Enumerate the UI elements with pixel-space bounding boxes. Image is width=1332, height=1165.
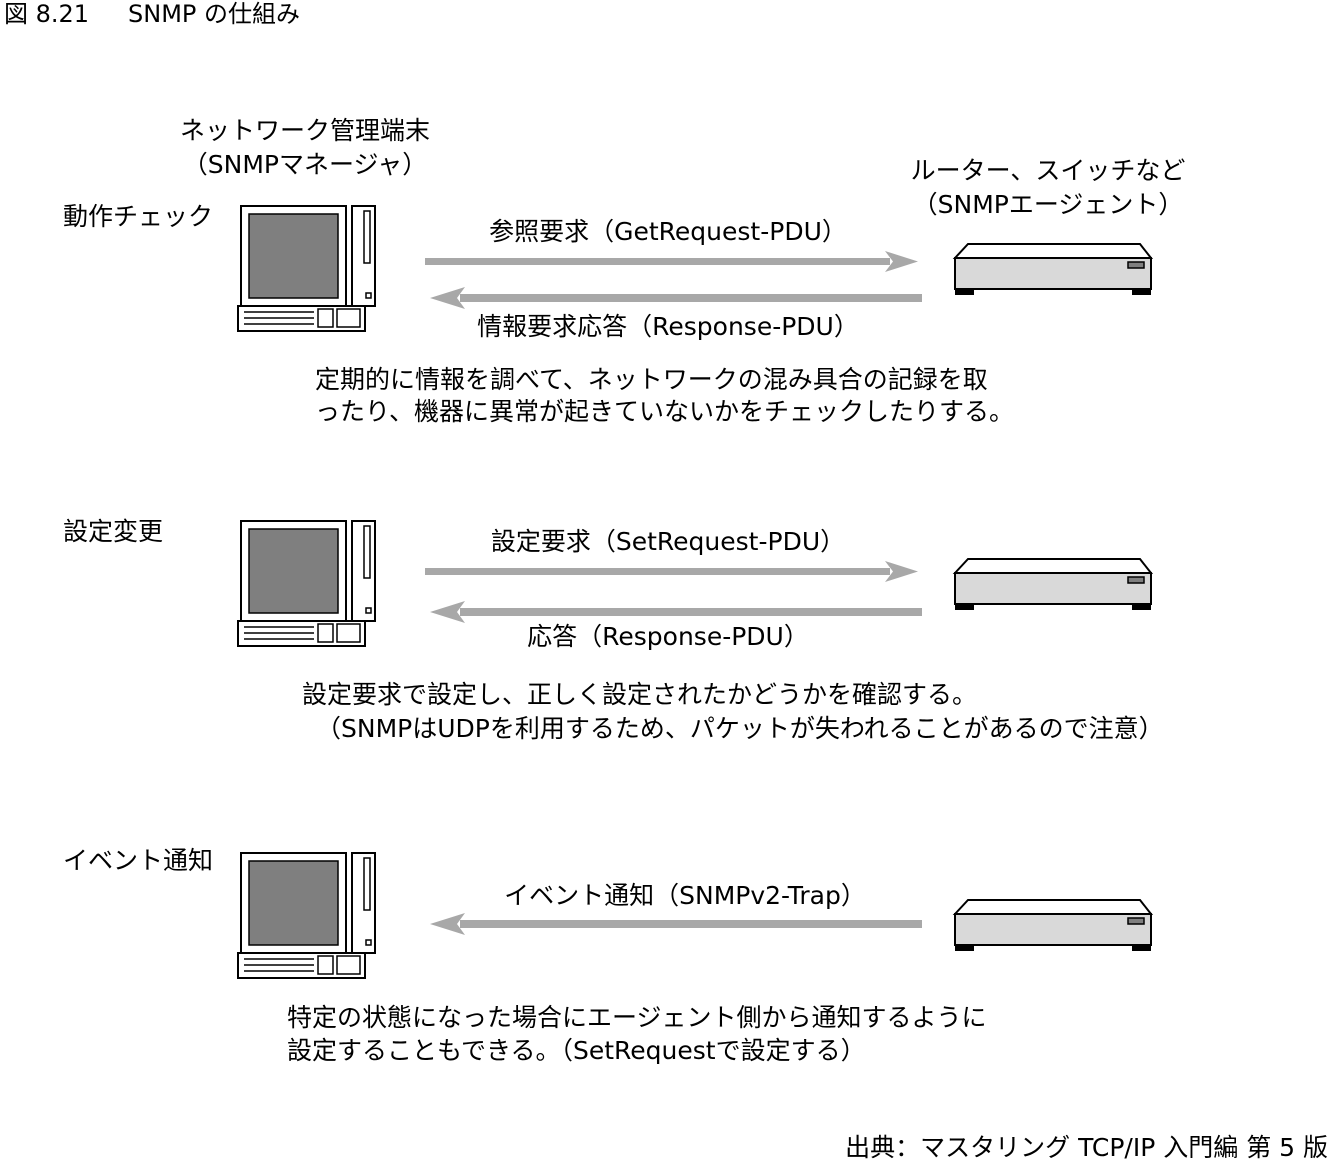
description-line: 定期的に情報を調べて、ネットワークの混み具合の記録を取 — [315, 365, 988, 394]
description-line: 特定の状態になった場合にエージェント側から通知するように — [287, 1003, 987, 1032]
manager-computer-icon — [237, 520, 376, 647]
request-label: 参照要求（GetRequest-PDU） — [489, 217, 847, 246]
manager-computer-icon — [237, 205, 376, 332]
request-arrow — [425, 561, 918, 582]
section-label: 動作チェック — [63, 202, 214, 231]
figure-number: 図 8.21 — [4, 0, 90, 28]
response-label: 応答（Response-PDU） — [527, 622, 809, 651]
manager-label: ネットワーク管理端末 — [179, 116, 431, 145]
description-line: ったり、機器に異常が起きていないかをチェックしたりする。 — [315, 397, 1015, 426]
notification-arrow — [430, 913, 922, 935]
description-line: （SNMPはUDPを利用するため、パケットが失われることがあるので注意） — [316, 714, 1164, 743]
notification-label: イベント通知（SNMPv2-Trap） — [504, 881, 866, 910]
description-line: 設定することもできる。（SetRequestで設定する） — [287, 1036, 866, 1065]
agent-router-icon — [954, 899, 1152, 952]
request-label: 設定要求（SetRequest-PDU） — [490, 527, 846, 556]
figure-title: SNMP の仕組み — [128, 0, 300, 28]
source-credit: 出典：マスタリング TCP/IP 入門編 第 5 版 — [845, 1133, 1328, 1162]
response-label: 情報要求応答（Response-PDU） — [477, 312, 859, 341]
description-line: 設定要求で設定し、正しく設定されたかどうかを確認する。 — [302, 680, 978, 709]
response-arrow — [430, 287, 922, 309]
section-label: イベント通知 — [63, 846, 214, 875]
agent-label: ルーター、スイッチなど — [910, 156, 1186, 185]
section-label: 設定変更 — [63, 517, 164, 546]
response-arrow — [430, 601, 922, 623]
manager-computer-icon — [237, 852, 376, 979]
manager-sublabel: （SNMPマネージャ） — [182, 150, 428, 179]
agent-sublabel: （SNMPエージェント） — [912, 190, 1184, 219]
agent-router-icon — [954, 558, 1152, 611]
request-arrow — [425, 251, 918, 272]
agent-router-icon — [954, 243, 1152, 296]
